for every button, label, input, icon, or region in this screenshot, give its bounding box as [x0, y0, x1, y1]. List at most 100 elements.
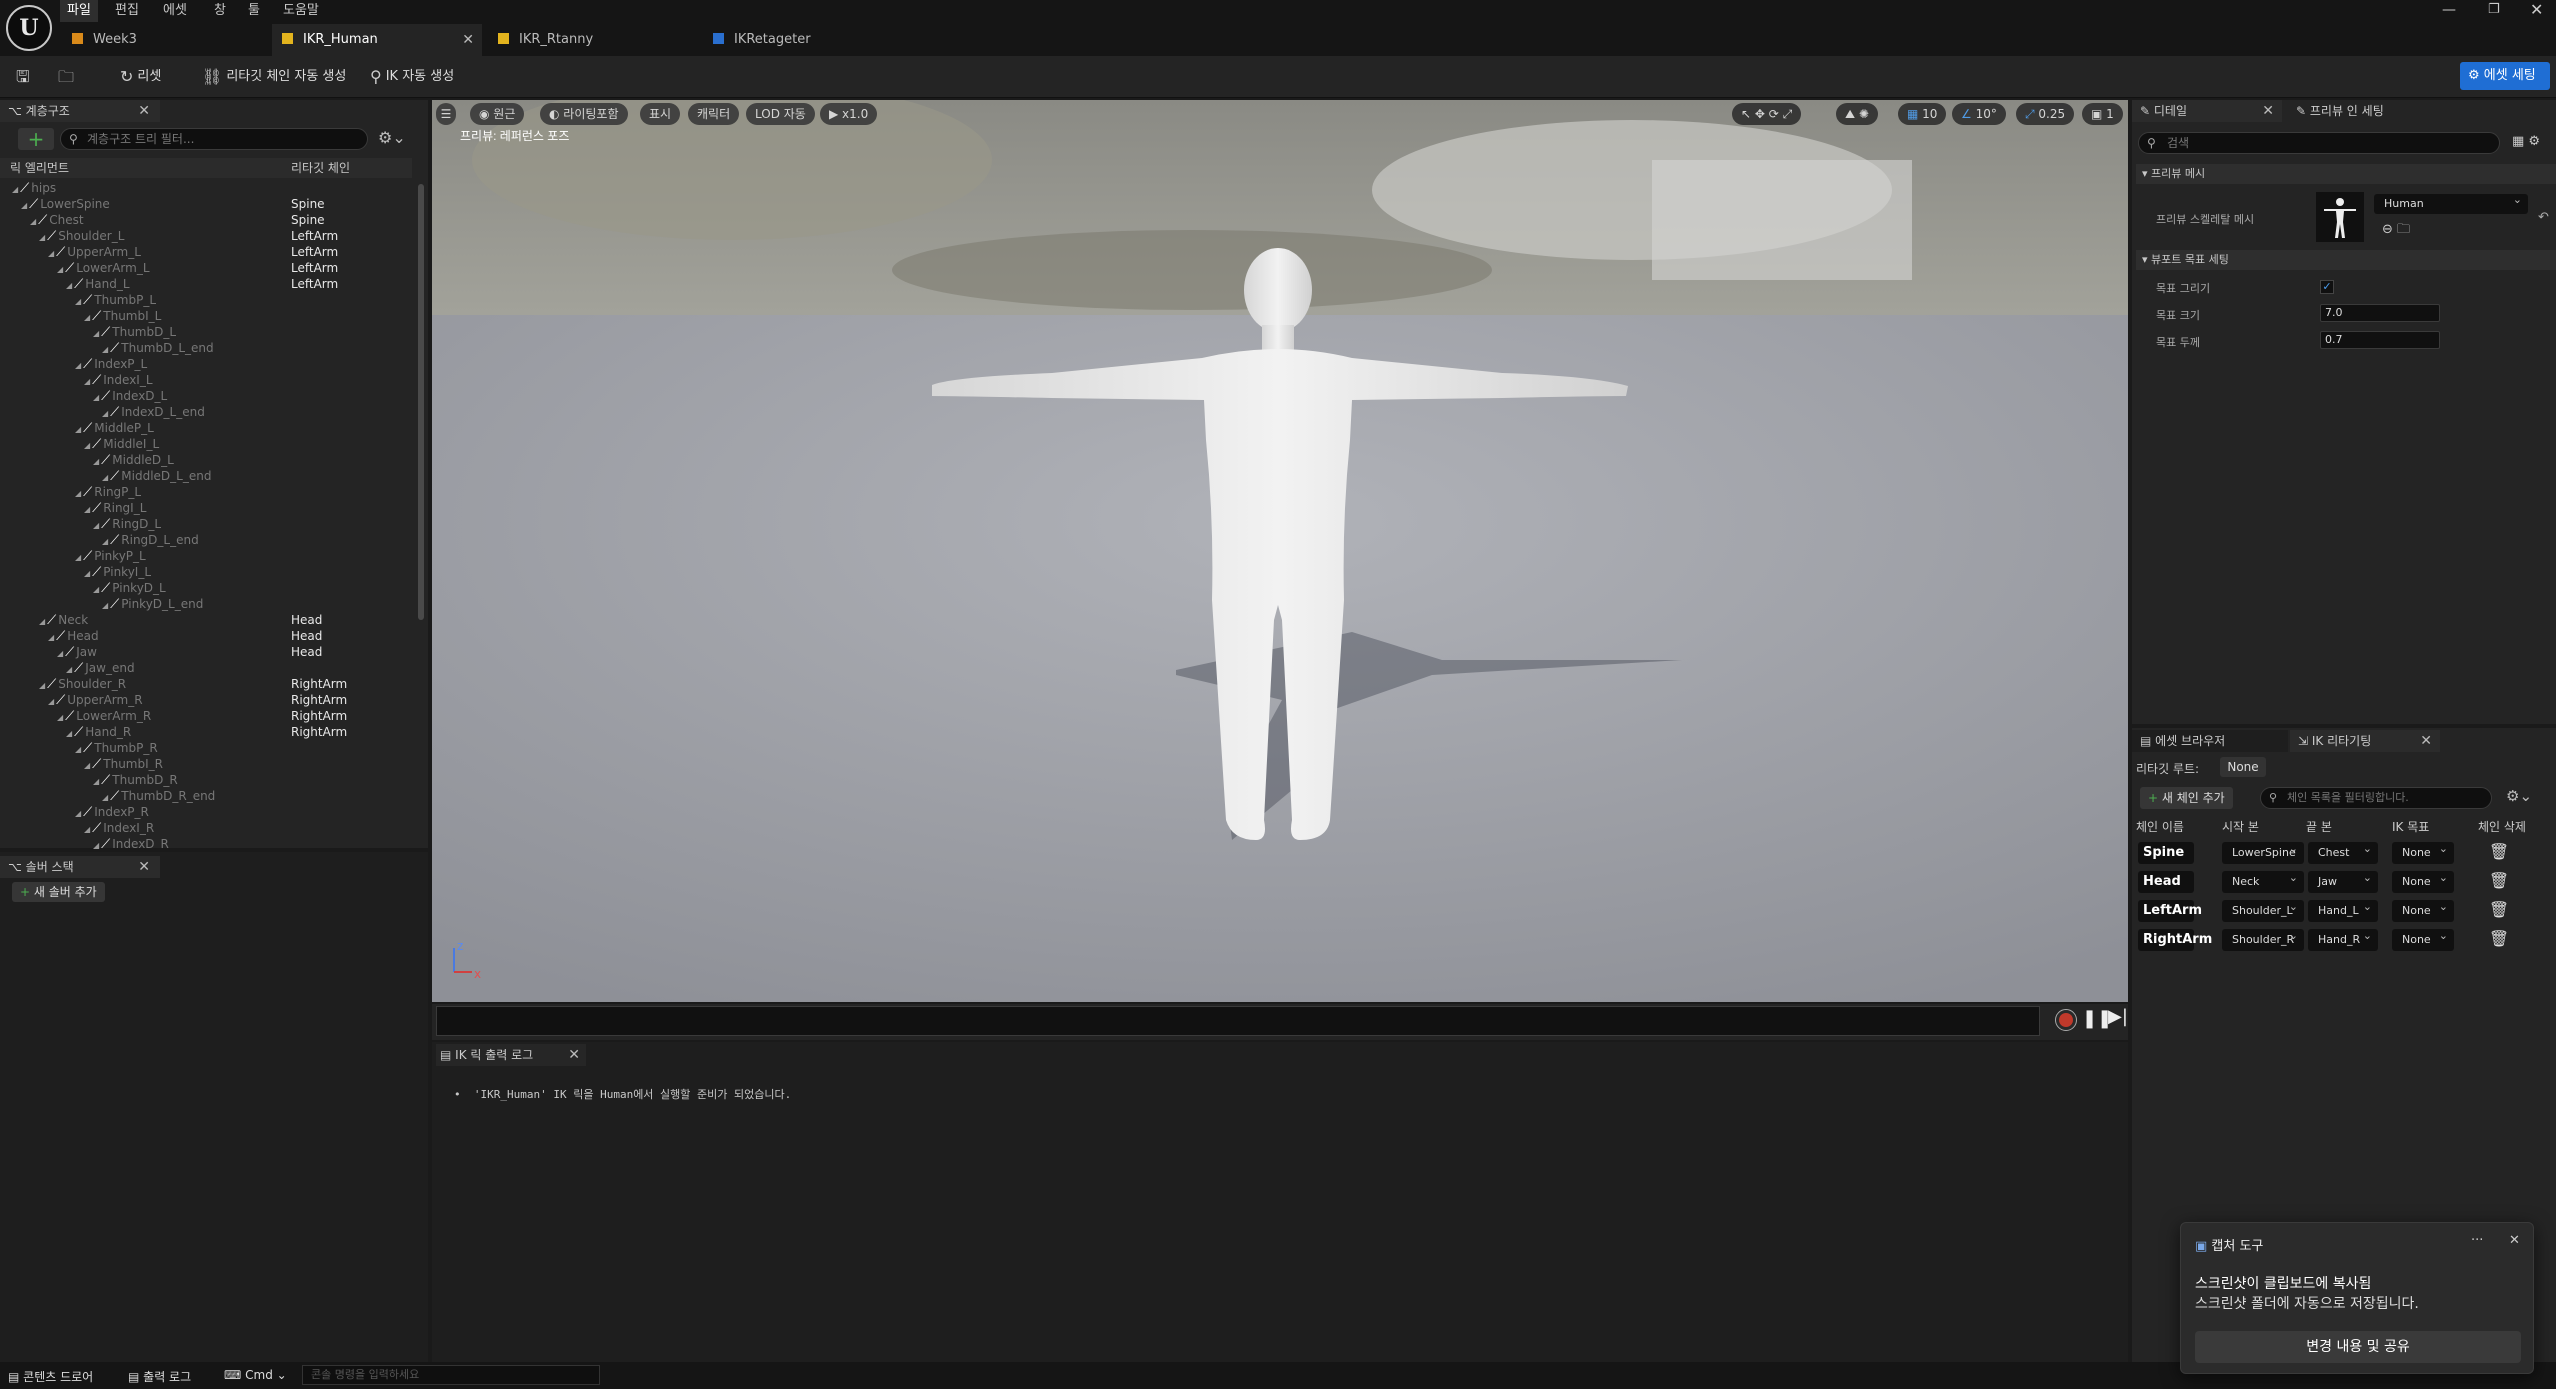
bone-row[interactable]: ◢ ⟋ Shoulder_L	[39, 228, 124, 244]
bone-row[interactable]: ◢ ⟋ ThumbP_R	[75, 740, 158, 756]
grid-snap[interactable]: ▦ 10	[1898, 103, 1947, 125]
close-icon[interactable]: ✕	[2262, 100, 2274, 122]
expand-arrow-icon[interactable]: ◢	[75, 553, 81, 562]
expand-arrow-icon[interactable]: ◢	[57, 265, 63, 274]
expand-arrow-icon[interactable]: ◢	[93, 329, 99, 338]
restore-icon[interactable]: ❐	[2488, 2, 2500, 17]
bone-row[interactable]: ◢ ⟋ MiddleI_L	[84, 436, 159, 452]
add-solver-button[interactable]: + 새 솔버 추가	[12, 882, 105, 902]
expand-arrow-icon[interactable]: ◢	[66, 665, 72, 674]
end-bone-dropdown[interactable]: Hand_L	[2308, 900, 2378, 922]
save-icon[interactable]: 🖫	[16, 64, 34, 90]
unreal-logo[interactable]: U	[6, 5, 52, 51]
delete-chain-icon[interactable]: 🗑	[2484, 929, 2514, 951]
delete-chain-icon[interactable]: 🗑	[2484, 900, 2514, 922]
bone-row[interactable]: ◢ ⟋ Hand_R	[66, 724, 131, 740]
toast-close-icon[interactable]: ✕	[2509, 1233, 2520, 1248]
bone-row[interactable]: ◢ ⟋ MiddleD_L_end	[102, 468, 211, 484]
delete-chain-icon[interactable]: 🗑	[2484, 842, 2514, 864]
start-bone-dropdown[interactable]: Shoulder_R	[2222, 929, 2304, 951]
add-chain-button[interactable]: + 새 체인 추가	[2140, 787, 2233, 809]
browse-icon[interactable]: 🗀	[58, 64, 78, 90]
bone-row[interactable]: ◢ ⟋ PinkyD_L	[93, 580, 166, 596]
expand-arrow-icon[interactable]: ◢	[30, 217, 36, 226]
expand-arrow-icon[interactable]: ◢	[39, 617, 45, 626]
bone-row[interactable]: ◢ ⟋ LowerArm_R	[57, 708, 151, 724]
bone-row[interactable]: ◢ ⟋ Hand_L	[66, 276, 130, 292]
surface-snap-icon[interactable]: ⛰ ✺	[1836, 103, 1878, 125]
chain-name-field[interactable]: RightArm	[2138, 929, 2212, 951]
expand-arrow-icon[interactable]: ◢	[93, 841, 99, 850]
start-bone-dropdown[interactable]: LowerSpine	[2222, 842, 2304, 864]
delete-chain-icon[interactable]: 🗑	[2484, 871, 2514, 893]
retarget-root-value[interactable]: None	[2220, 757, 2266, 777]
expand-arrow-icon[interactable]: ◢	[93, 777, 99, 786]
bone-row[interactable]: ◢ ⟋ ThumbI_L	[84, 308, 161, 324]
bone-row[interactable]: ◢ ⟋ IndexI_R	[84, 820, 154, 836]
close-icon[interactable]: ✕	[138, 856, 150, 878]
expand-arrow-icon[interactable]: ◢	[102, 601, 108, 610]
expand-arrow-icon[interactable]: ◢	[102, 793, 108, 802]
scale-snap[interactable]: ⤢ 0.25	[2016, 103, 2075, 125]
tab-ikretargeter[interactable]: IKRetageter	[705, 24, 905, 56]
expand-arrow-icon[interactable]: ◢	[102, 345, 108, 354]
bone-row[interactable]: ◢ ⟋ LowerArm_L	[57, 260, 150, 276]
asset-browser-tab[interactable]: ▤ 에셋 브라우저	[2132, 730, 2288, 752]
output-log-button[interactable]: ▤ 출력 로그	[128, 1368, 191, 1385]
bone-row[interactable]: ◢ ⟋ ThumbI_R	[84, 756, 163, 772]
bone-row[interactable]: ◢ ⟋ PinkyI_L	[84, 564, 151, 580]
close-icon[interactable]: ✕	[568, 1044, 580, 1066]
expand-arrow-icon[interactable]: ◢	[57, 649, 63, 658]
angle-snap[interactable]: ∠ 10°	[1952, 103, 2006, 125]
output-log-tab[interactable]: ▤ IK 릭 출력 로그 ✕	[436, 1044, 586, 1066]
console-input[interactable]: 콘솔 명령을 입력하세요	[302, 1365, 600, 1385]
bone-row[interactable]: ◢ ⟋ MiddleP_L	[75, 420, 154, 436]
expand-arrow-icon[interactable]: ◢	[39, 681, 45, 690]
bone-row[interactable]: ◢ ⟋ PinkyP_L	[75, 548, 146, 564]
menu-edit[interactable]: 편집	[108, 0, 146, 22]
ik-goal-dropdown[interactable]: None	[2392, 929, 2454, 951]
bone-row[interactable]: ◢ ⟋ IndexD_L_end	[102, 404, 205, 420]
menu-help[interactable]: 도움말	[276, 0, 326, 22]
expand-arrow-icon[interactable]: ◢	[48, 633, 54, 642]
revert-icon[interactable]: ↶	[2538, 210, 2549, 225]
bone-row[interactable]: ◢ ⟋ RingI_L	[84, 500, 146, 516]
expand-arrow-icon[interactable]: ◢	[84, 377, 90, 386]
end-bone-dropdown[interactable]: Hand_R	[2308, 929, 2378, 951]
expand-arrow-icon[interactable]: ◢	[57, 713, 63, 722]
goal-thickness-field[interactable]: 0.7	[2320, 331, 2440, 349]
draw-goal-checkbox[interactable]: ✓	[2320, 280, 2334, 294]
bone-row[interactable]: ◢ ⟋ UpperArm_R	[48, 692, 143, 708]
expand-arrow-icon[interactable]: ◢	[84, 313, 90, 322]
perspective-button[interactable]: ◉ 원근	[470, 103, 525, 125]
bone-row[interactable]: ◢ ⟋ RingD_L_end	[102, 532, 199, 548]
bone-row[interactable]: ◢ ⟋ IndexI_L	[84, 372, 153, 388]
content-drawer-button[interactable]: ▤ 콘텐츠 드로어	[8, 1368, 93, 1385]
expand-arrow-icon[interactable]: ◢	[102, 537, 108, 546]
bone-row[interactable]: ◢ ⟋ ThumbD_L_end	[102, 340, 214, 356]
expand-arrow-icon[interactable]: ◢	[102, 409, 108, 418]
bone-row[interactable]: ◢ ⟋ PinkyD_L_end	[102, 596, 203, 612]
asset-settings-button[interactable]: ⚙ 에셋 세팅	[2460, 62, 2550, 90]
chain-name-field[interactable]: Head	[2138, 871, 2194, 893]
bone-row[interactable]: ◢ ⟋ Jaw	[57, 644, 97, 660]
bone-row[interactable]: ◢ ⟋ Shoulder_R	[39, 676, 126, 692]
bone-row[interactable]: ◢ ⟋ Chest	[30, 212, 84, 228]
close-icon[interactable]: ✕	[138, 100, 150, 122]
expand-arrow-icon[interactable]: ◢	[66, 729, 72, 738]
details-tab[interactable]: ✎ 디테일 ✕	[2132, 100, 2282, 122]
ik-goal-dropdown[interactable]: None	[2392, 842, 2454, 864]
menu-file[interactable]: 파일	[60, 0, 98, 22]
goal-size-field[interactable]: 7.0	[2320, 304, 2440, 322]
start-bone-dropdown[interactable]: Shoulder_L	[2222, 900, 2304, 922]
bone-row[interactable]: ◢ ⟋ RingP_L	[75, 484, 141, 500]
expand-arrow-icon[interactable]: ◢	[93, 521, 99, 530]
bone-row[interactable]: ◢ ⟋ ThumbD_L	[93, 324, 176, 340]
bone-row[interactable]: ◢ ⟋ MiddleD_L	[93, 452, 174, 468]
bone-row[interactable]: ◢ ⟋ Jaw_end	[66, 660, 135, 676]
expand-arrow-icon[interactable]: ◢	[75, 745, 81, 754]
mesh-thumbnail[interactable]	[2316, 192, 2364, 242]
menu-window[interactable]: 창	[207, 0, 233, 22]
bone-row[interactable]: ◢ ⟋ IndexP_L	[75, 356, 147, 372]
play-speed-button[interactable]: ▶ x1.0	[820, 103, 878, 125]
